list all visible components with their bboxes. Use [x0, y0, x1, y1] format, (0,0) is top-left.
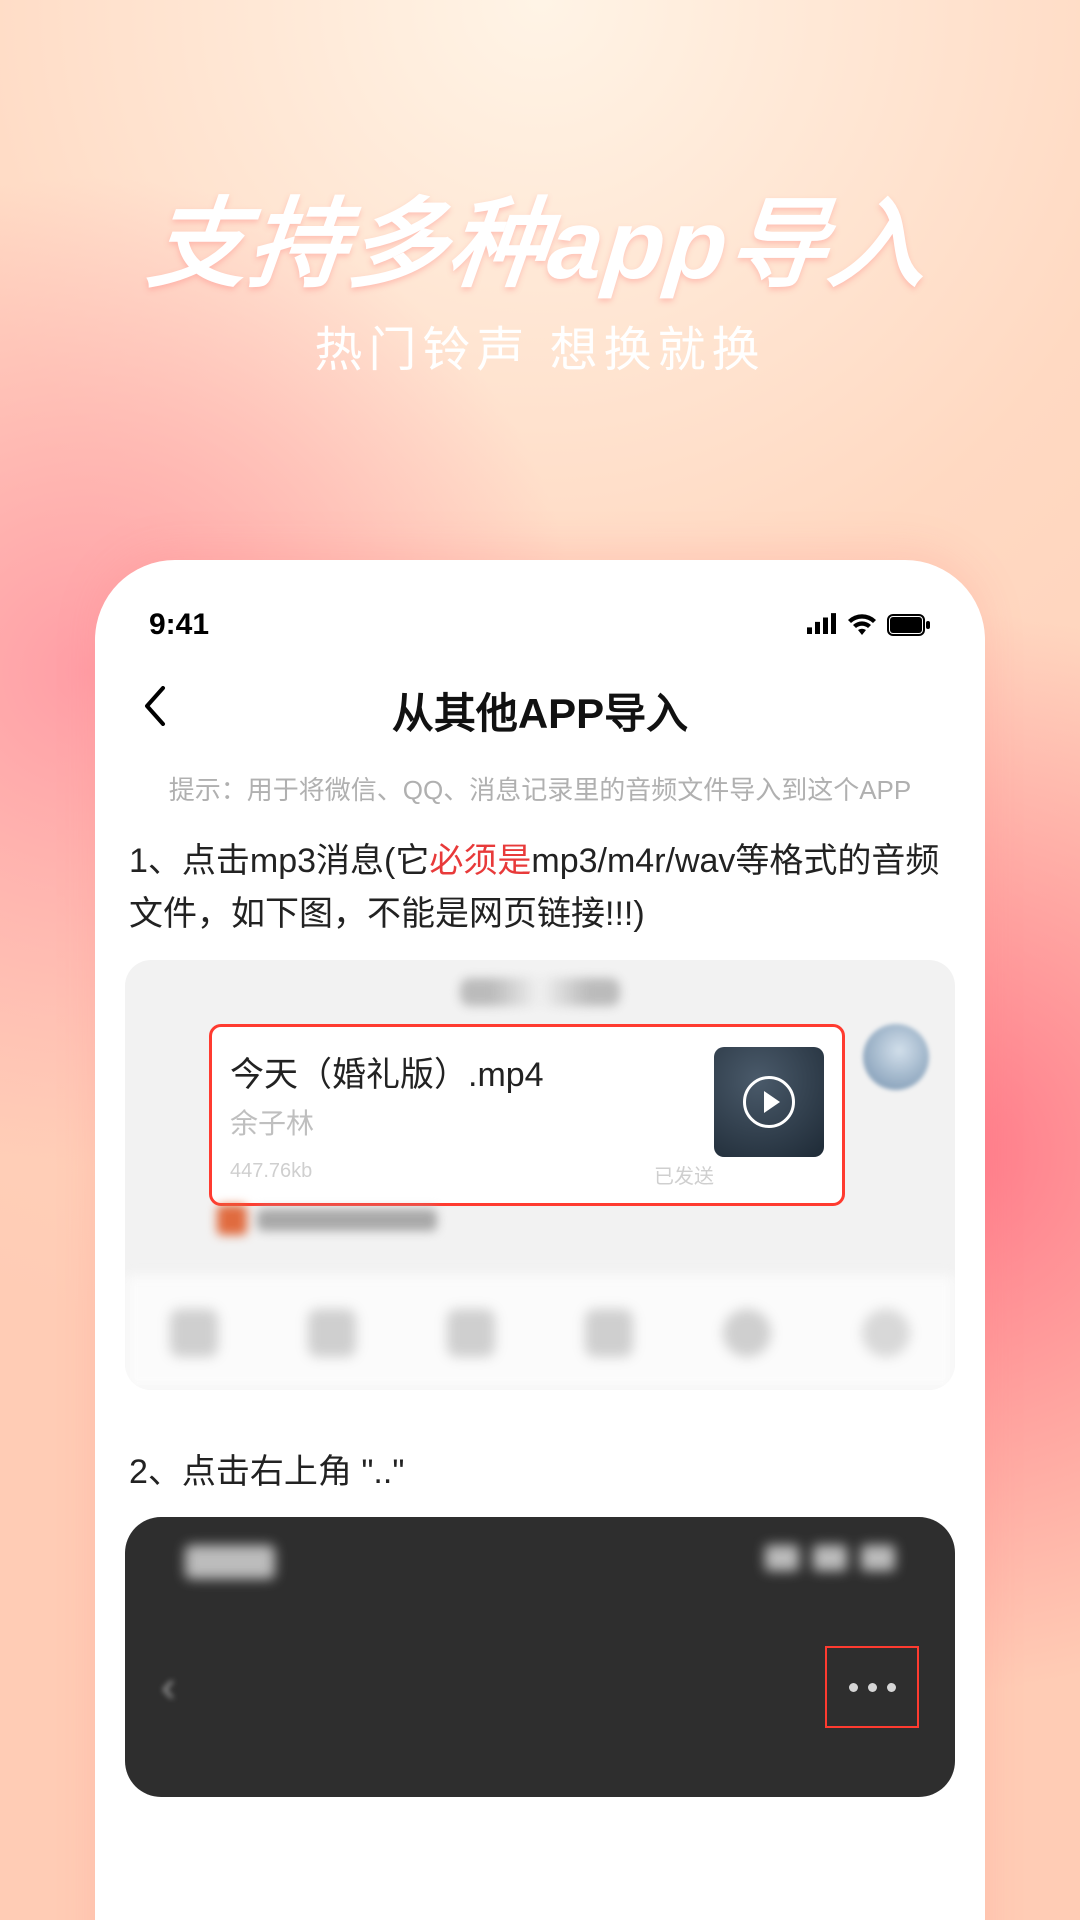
- chat-header-blur: [460, 978, 620, 1006]
- chat-input-bar-blur: [125, 1274, 955, 1390]
- step-2-text: 2、点击右上角 "..": [125, 1390, 955, 1517]
- file-size: 447.76kb: [230, 1160, 312, 1189]
- more-menu-highlight[interactable]: [825, 1646, 919, 1728]
- dark-screenshot-example: ‹: [125, 1517, 955, 1797]
- chat-example: 今天（婚礼版）.mp4 余子林 447.76kb 已发送: [125, 960, 955, 1390]
- step-1-emphasis: 必须是: [429, 842, 531, 880]
- battery-icon: [887, 614, 931, 636]
- back-button[interactable]: [133, 673, 177, 747]
- tip-text: 提示：用于将微信、QQ、消息记录里的音频文件导入到这个APP: [125, 760, 955, 835]
- wifi-icon: [847, 614, 877, 636]
- status-time: 9:41: [149, 608, 209, 642]
- file-author: 余子林: [230, 1102, 714, 1142]
- signal-icon: [807, 608, 837, 642]
- avatar: [863, 1024, 929, 1090]
- chat-audio-message[interactable]: 今天（婚礼版）.mp4 余子林 447.76kb 已发送: [209, 1024, 845, 1206]
- step-1-text: 1、点击mp3消息(它必须是mp3/m4r/wav等格式的音频文件，如下图，不能…: [125, 835, 955, 960]
- promo-headline: 支持多种app导入: [0, 165, 1080, 307]
- dark-status-blur: [185, 1545, 895, 1579]
- audio-thumbnail: [714, 1047, 824, 1157]
- play-icon: [743, 1076, 795, 1128]
- file-status: 已发送: [654, 1160, 714, 1189]
- page-title: 从其他APP导入: [392, 680, 688, 741]
- promo-subtitle: 热门铃声 想换就换: [0, 310, 1080, 380]
- file-name: 今天（婚礼版）.mp4: [230, 1047, 714, 1096]
- dark-back-blur: ‹: [161, 1662, 176, 1712]
- nav-bar: 从其他APP导入: [125, 660, 955, 760]
- chat-source-blur: [217, 1200, 437, 1240]
- status-bar: 9:41: [125, 600, 955, 650]
- status-indicators: [807, 608, 931, 642]
- phone-frame: 9:41 从其他APP导入 提示：用于将微信、QQ、消息记录里的音频文件导入到这…: [95, 560, 985, 1920]
- more-icon: [849, 1683, 896, 1692]
